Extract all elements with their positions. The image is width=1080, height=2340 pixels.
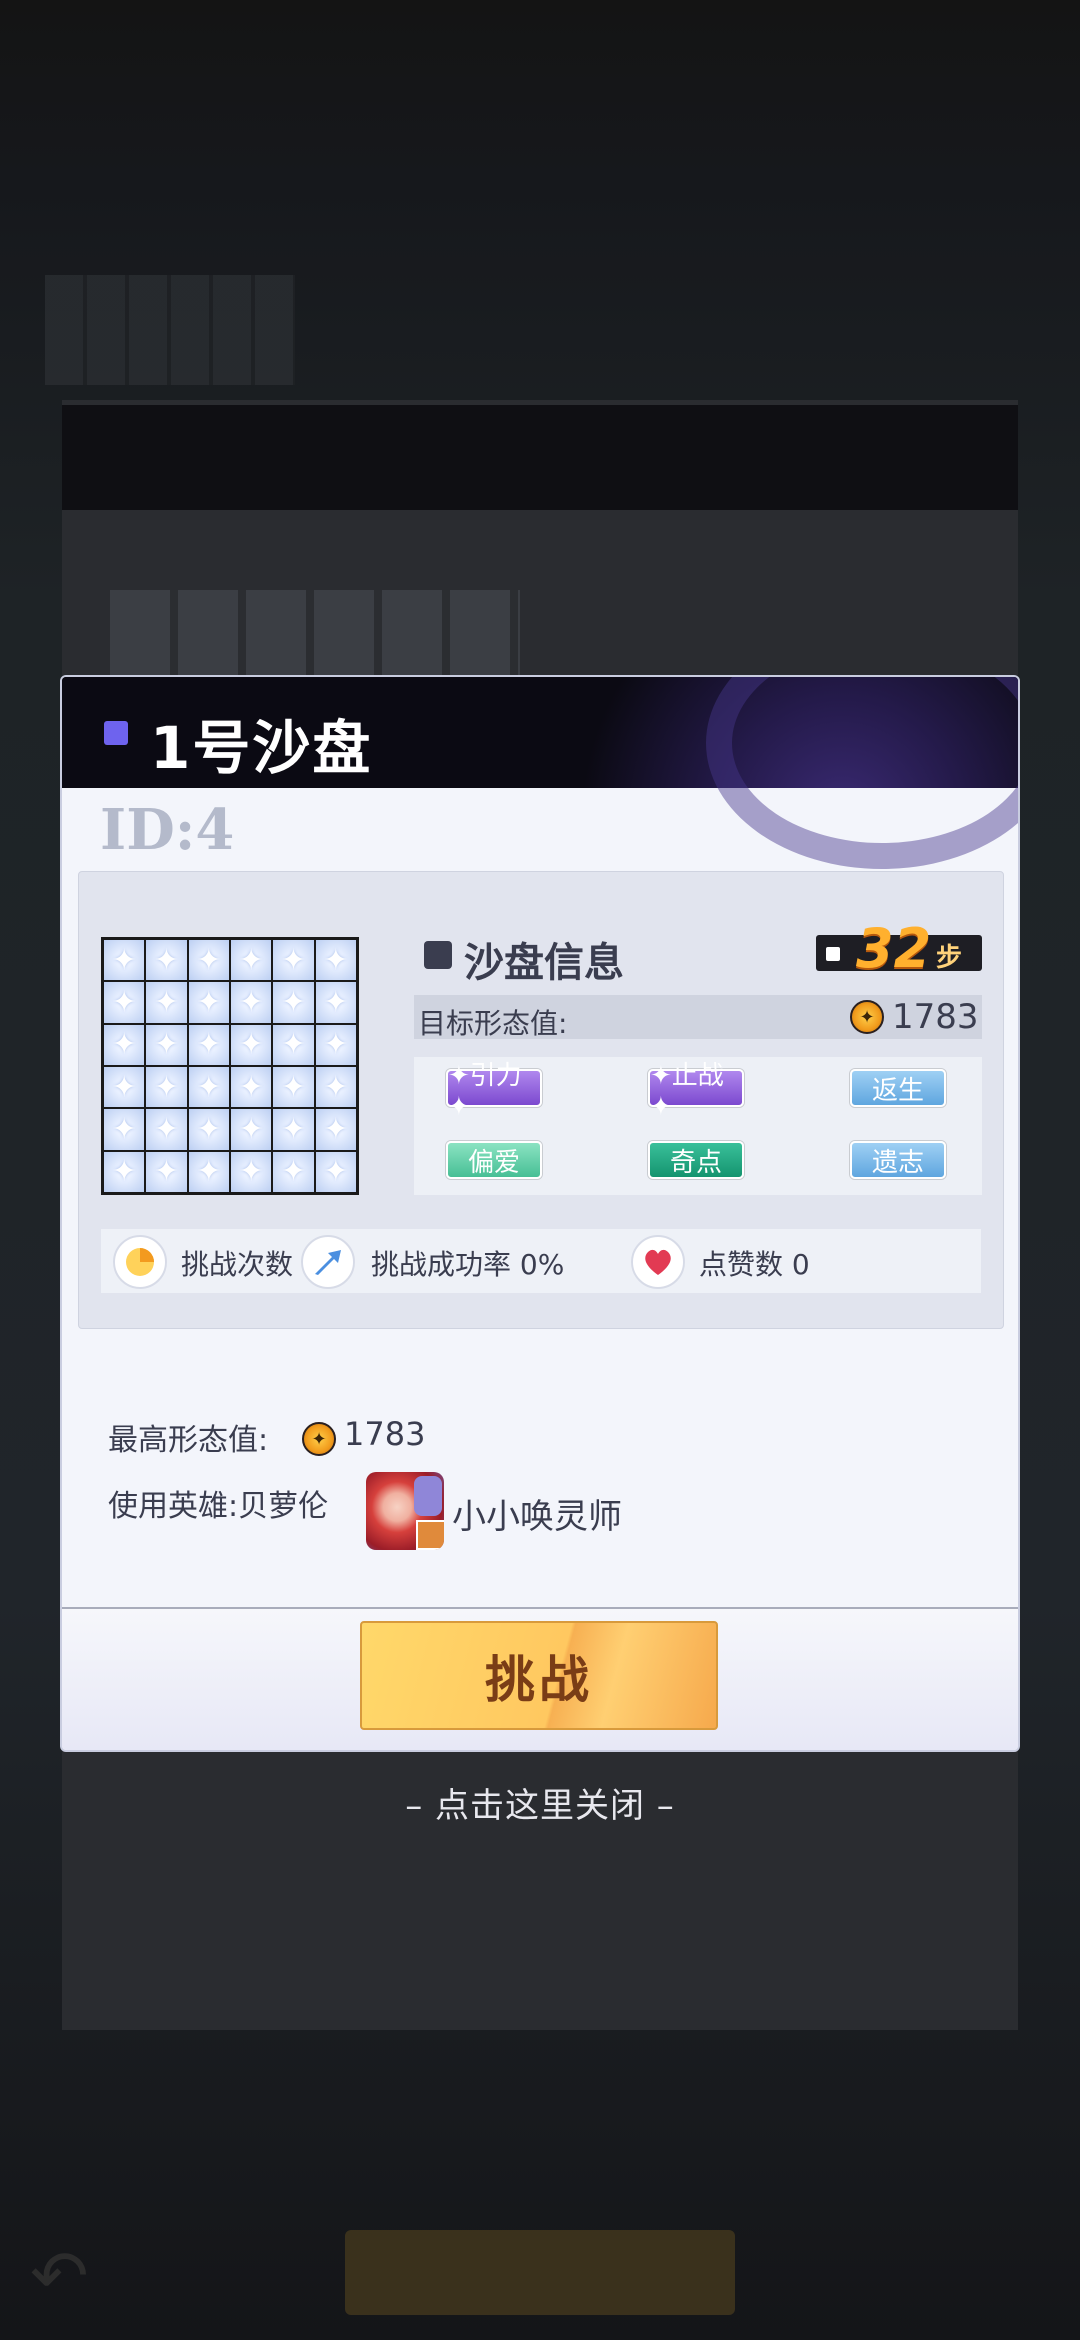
section-square-icon <box>424 941 452 969</box>
close-hint[interactable]: – 点击这里关闭 – <box>0 1778 1080 1827</box>
board-cell <box>273 1109 314 1150</box>
board-cell <box>146 1024 187 1065</box>
tag-legacy[interactable]: 遗志 <box>850 1141 946 1179</box>
board-cell <box>146 1066 187 1108</box>
background-cells <box>110 590 520 680</box>
sandbox-tags: ✦引力✦ ✦止战✦ 返生 偏爱 奇点 遗志 <box>414 1057 982 1195</box>
likes-count: 点赞数 0 <box>699 1248 810 1281</box>
board-cell <box>188 1151 229 1192</box>
tag-singularity[interactable]: 奇点 <box>648 1141 744 1179</box>
best-form-label: 最高形态值: <box>108 1423 269 1458</box>
player-name: 小小唤灵师 <box>452 1497 622 1537</box>
board-cell <box>146 940 187 981</box>
challenge-button[interactable]: 挑战 <box>360 1621 718 1730</box>
title-square-icon <box>104 721 128 745</box>
board-cell <box>104 1066 145 1108</box>
sandbox-board-preview <box>101 937 359 1195</box>
board-cell <box>188 1066 229 1108</box>
board-cell <box>315 1024 356 1065</box>
background-bottom-button <box>345 2230 735 2315</box>
sandbox-dialog: 1号沙盘 ID:4 沙盘信息 32 步 目标形态值: 1783 ✦引力✦ ✦止战… <box>62 677 1018 1750</box>
board-cell <box>230 940 272 981</box>
board-cell <box>188 1024 229 1065</box>
board-cell <box>315 1109 356 1150</box>
tag-ceasefire[interactable]: ✦止战✦ <box>648 1061 744 1122</box>
background-back-icon: ↶ <box>30 2235 89 2317</box>
pie-chart-icon <box>113 1235 167 1289</box>
heart-icon <box>631 1235 685 1289</box>
sandbox-id: ID:4 <box>100 797 235 863</box>
target-form-label: 目标形态值: <box>418 1007 568 1040</box>
board-cell <box>273 982 314 1023</box>
stats-row: 挑战次数 0 挑战成功率 0% 点赞数 0 <box>101 1229 981 1293</box>
board-cell <box>273 1024 314 1065</box>
background-panel-header <box>62 405 1018 510</box>
steps-badge: 32 步 <box>816 917 982 980</box>
board-cell <box>315 982 356 1023</box>
board-cell <box>315 1066 356 1108</box>
board-cell <box>188 940 229 981</box>
board-cell <box>146 1109 187 1150</box>
board-cell <box>188 982 229 1023</box>
board-cell <box>104 1151 145 1192</box>
tag-favoritism[interactable]: 偏爱 <box>446 1141 542 1179</box>
target-form-value: 1783 <box>892 997 979 1037</box>
board-cell <box>104 940 145 981</box>
background-grid <box>45 275 295 385</box>
board-cell <box>230 1024 272 1065</box>
board-cell <box>315 1151 356 1192</box>
board-cell <box>104 982 145 1023</box>
tag-gravity[interactable]: ✦引力✦ <box>446 1061 542 1122</box>
dialog-header: 1号沙盘 <box>62 677 1018 869</box>
hero-used-label: 使用英雄:贝萝伦 <box>108 1489 329 1524</box>
board-cell <box>146 1151 187 1192</box>
player-avatar[interactable] <box>366 1472 444 1550</box>
trend-arrow-icon <box>301 1235 355 1289</box>
board-cell <box>230 982 272 1023</box>
attempts-count: 挑战次数 0 <box>181 1248 320 1281</box>
steps-count: 32 <box>856 917 932 980</box>
sandbox-info-box: 沙盘信息 32 步 目标形态值: 1783 ✦引力✦ ✦止战✦ 返生 偏爱 奇点… <box>78 871 1004 1329</box>
board-cell <box>273 1066 314 1108</box>
gold-coin-icon <box>850 1000 884 1034</box>
board-cell <box>104 1024 145 1065</box>
board-cell <box>230 1109 272 1150</box>
board-cell <box>146 982 187 1023</box>
board-cell <box>104 1109 145 1150</box>
steps-unit: 步 <box>936 943 963 973</box>
target-form-row: 目标形态值: 1783 <box>414 995 982 1040</box>
board-cell <box>230 1066 272 1108</box>
board-cell <box>273 940 314 981</box>
board-cell <box>188 1109 229 1150</box>
tag-revive[interactable]: 返生 <box>850 1069 946 1107</box>
board-cell <box>273 1151 314 1192</box>
best-form-value: 1783 <box>344 1415 426 1453</box>
dialog-title: 1号沙盘 <box>150 714 373 782</box>
board-cell <box>315 940 356 981</box>
board-cell <box>230 1151 272 1192</box>
info-section-title: 沙盘信息 <box>464 940 624 986</box>
steps-square-icon <box>826 947 840 961</box>
success-rate: 挑战成功率 0% <box>371 1248 565 1281</box>
gold-coin-icon <box>302 1422 336 1456</box>
